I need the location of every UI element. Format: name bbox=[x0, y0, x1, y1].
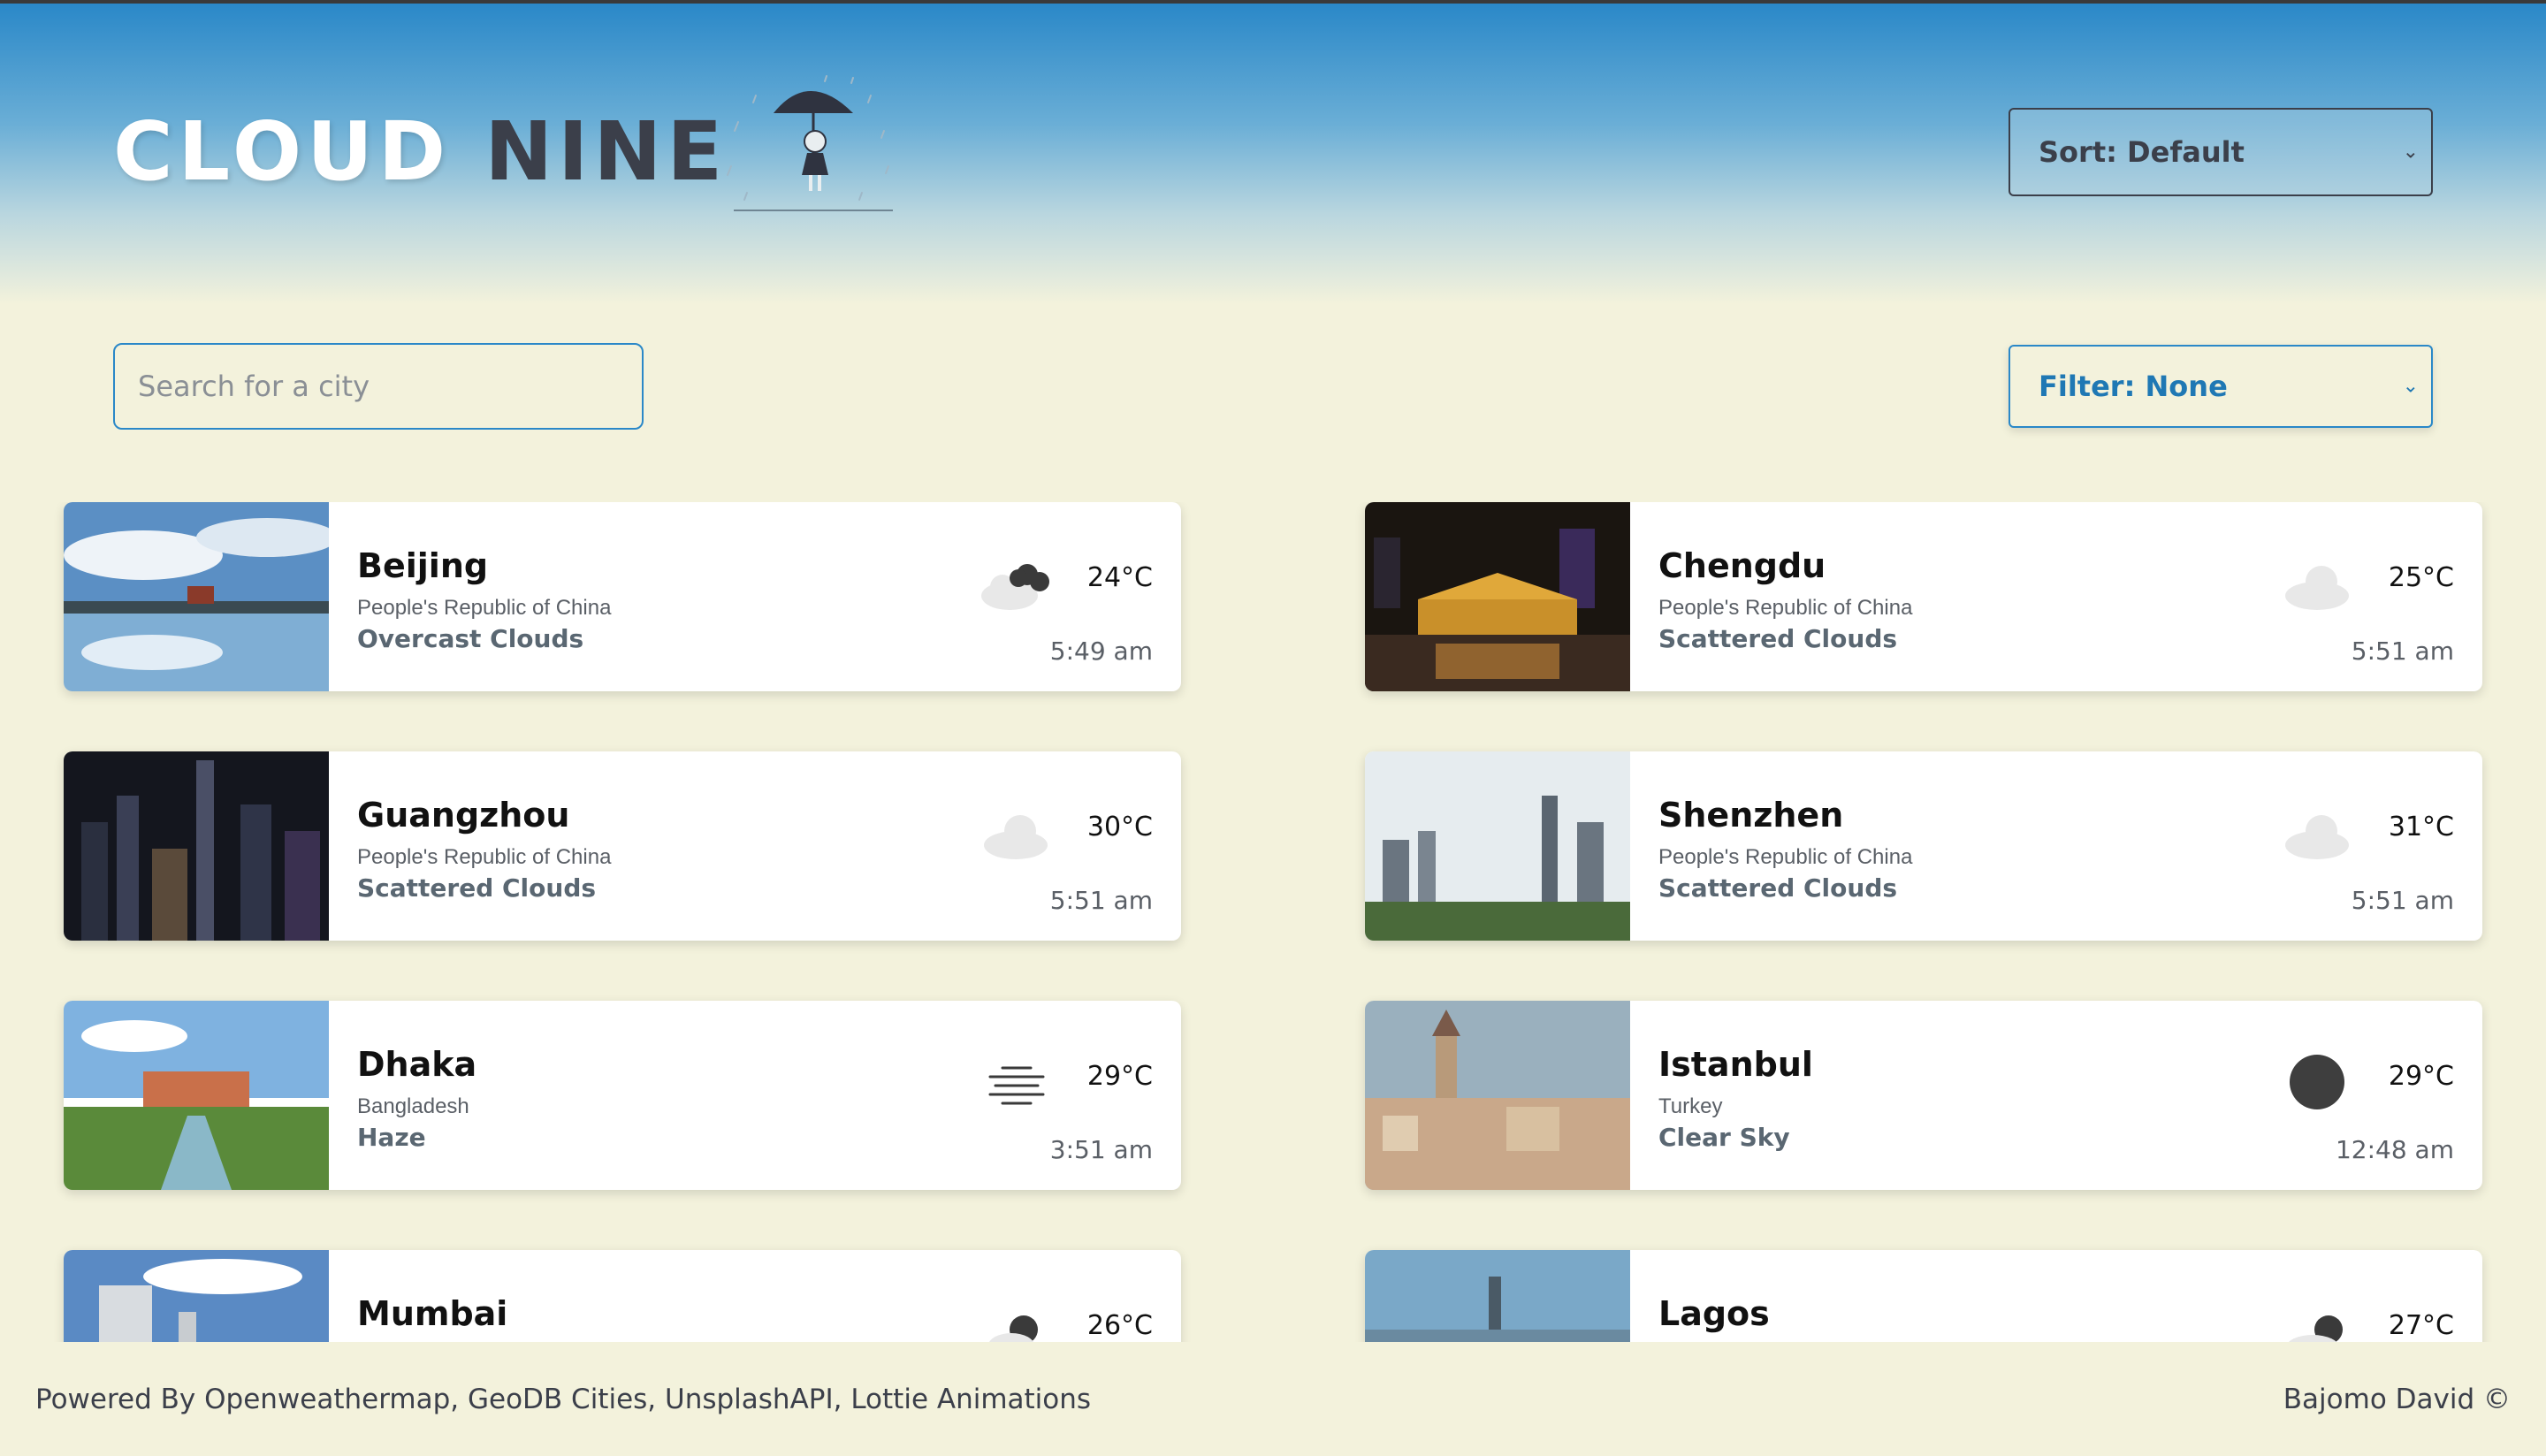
city-photo bbox=[64, 1001, 329, 1190]
temperature: 26°C bbox=[1086, 1310, 1153, 1341]
temperature: 25°C bbox=[2388, 562, 2454, 593]
city-name: Chengdu bbox=[1658, 546, 1826, 585]
city-name: Dhaka bbox=[357, 1045, 477, 1084]
weather-description: Haze bbox=[357, 1123, 426, 1152]
city-name: Mumbai bbox=[357, 1294, 508, 1333]
local-time: 12:48 am bbox=[2335, 1135, 2454, 1164]
city-weather-grid: Beijing People's Republic of China Overc… bbox=[0, 502, 2546, 1342]
haze-icon bbox=[988, 1066, 1045, 1105]
sort-dropdown-label: Sort: Default bbox=[2039, 135, 2245, 169]
temperature: 29°C bbox=[2388, 1061, 2454, 1092]
umbrella-girl-animation bbox=[727, 75, 893, 211]
brand-word-cloud: CLOUD bbox=[113, 104, 452, 199]
local-time: 3:51 am bbox=[1049, 1135, 1153, 1164]
city-name: Guangzhou bbox=[357, 796, 570, 835]
scattered-clouds-icon bbox=[2285, 815, 2349, 859]
brand-word-nine: NINE bbox=[484, 104, 728, 199]
local-time: 5:51 am bbox=[2351, 637, 2454, 666]
weather-card[interactable]: Beijing People's Republic of China Overc… bbox=[64, 502, 1181, 691]
city-photo bbox=[1365, 1250, 1630, 1342]
filter-dropdown-label: Filter: None bbox=[2039, 370, 2228, 403]
weather-card[interactable]: Dhaka Bangladesh Haze 29°C 3:51 am bbox=[64, 1001, 1181, 1190]
city-photo bbox=[64, 751, 329, 941]
temperature: 24°C bbox=[1086, 562, 1153, 593]
temperature: 29°C bbox=[1086, 1061, 1153, 1092]
city-search-input[interactable] bbox=[113, 343, 644, 430]
scattered-clouds-icon bbox=[2285, 566, 2349, 610]
weather-description: Clear Sky bbox=[1658, 1123, 1790, 1152]
weather-card[interactable]: Mumbai 26°C bbox=[64, 1250, 1181, 1342]
local-time: 5:51 am bbox=[1049, 886, 1153, 915]
city-photo bbox=[1365, 751, 1630, 941]
scattered-clouds-icon bbox=[984, 815, 1048, 859]
country-name: People's Republic of China bbox=[1658, 596, 1913, 620]
overcast-clouds-icon bbox=[981, 564, 1049, 610]
chevron-down-icon: ⌄ bbox=[2402, 375, 2419, 398]
cloudy-night-icon bbox=[2288, 1315, 2343, 1342]
rain-night-icon bbox=[989, 1315, 1038, 1342]
weather-card[interactable]: Chengdu People's Republic of China Scatt… bbox=[1365, 502, 2482, 691]
country-name: People's Republic of China bbox=[1658, 845, 1913, 869]
chevron-down-icon: ⌄ bbox=[2402, 141, 2419, 164]
weather-card[interactable]: Guangzhou People's Republic of China Sca… bbox=[64, 751, 1181, 941]
footer-author: Bajomo David © bbox=[2283, 1384, 2511, 1415]
country-name: People's Republic of China bbox=[357, 845, 612, 869]
clear-night-icon bbox=[2290, 1055, 2344, 1109]
weather-description: Scattered Clouds bbox=[1658, 873, 1898, 903]
city-photo bbox=[1365, 1001, 1630, 1190]
filter-dropdown[interactable]: Filter: None ⌄ bbox=[2009, 345, 2433, 428]
footer-credits: Powered By Openweathermap, GeoDB Cities,… bbox=[35, 1384, 1092, 1415]
city-photo bbox=[64, 1250, 329, 1342]
weather-description: Scattered Clouds bbox=[1658, 624, 1898, 653]
country-name: Turkey bbox=[1658, 1094, 1723, 1118]
country-name: Bangladesh bbox=[357, 1094, 469, 1118]
local-time: 5:49 am bbox=[1049, 637, 1153, 666]
sort-dropdown[interactable]: Sort: Default ⌄ bbox=[2009, 108, 2433, 196]
temperature: 30°C bbox=[1086, 812, 1153, 842]
weather-description: Overcast Clouds bbox=[357, 624, 584, 653]
weather-card[interactable]: Lagos 27°C bbox=[1365, 1250, 2482, 1342]
city-name: Istanbul bbox=[1658, 1045, 1813, 1084]
temperature: 31°C bbox=[2388, 812, 2454, 842]
city-name: Lagos bbox=[1658, 1294, 1770, 1333]
weather-card[interactable]: Istanbul Turkey Clear Sky 29°C 12:48 am bbox=[1365, 1001, 2482, 1190]
city-photo bbox=[1365, 502, 1630, 691]
city-photo bbox=[64, 502, 329, 691]
temperature: 27°C bbox=[2388, 1310, 2454, 1341]
local-time: 5:51 am bbox=[2351, 886, 2454, 915]
city-name: Shenzhen bbox=[1658, 796, 1844, 835]
weather-card[interactable]: Shenzhen People's Republic of China Scat… bbox=[1365, 751, 2482, 941]
weather-description: Scattered Clouds bbox=[357, 873, 597, 903]
country-name: People's Republic of China bbox=[357, 596, 612, 620]
app-logo-title: CLOUD NINE bbox=[113, 104, 728, 199]
city-name: Beijing bbox=[357, 546, 489, 585]
